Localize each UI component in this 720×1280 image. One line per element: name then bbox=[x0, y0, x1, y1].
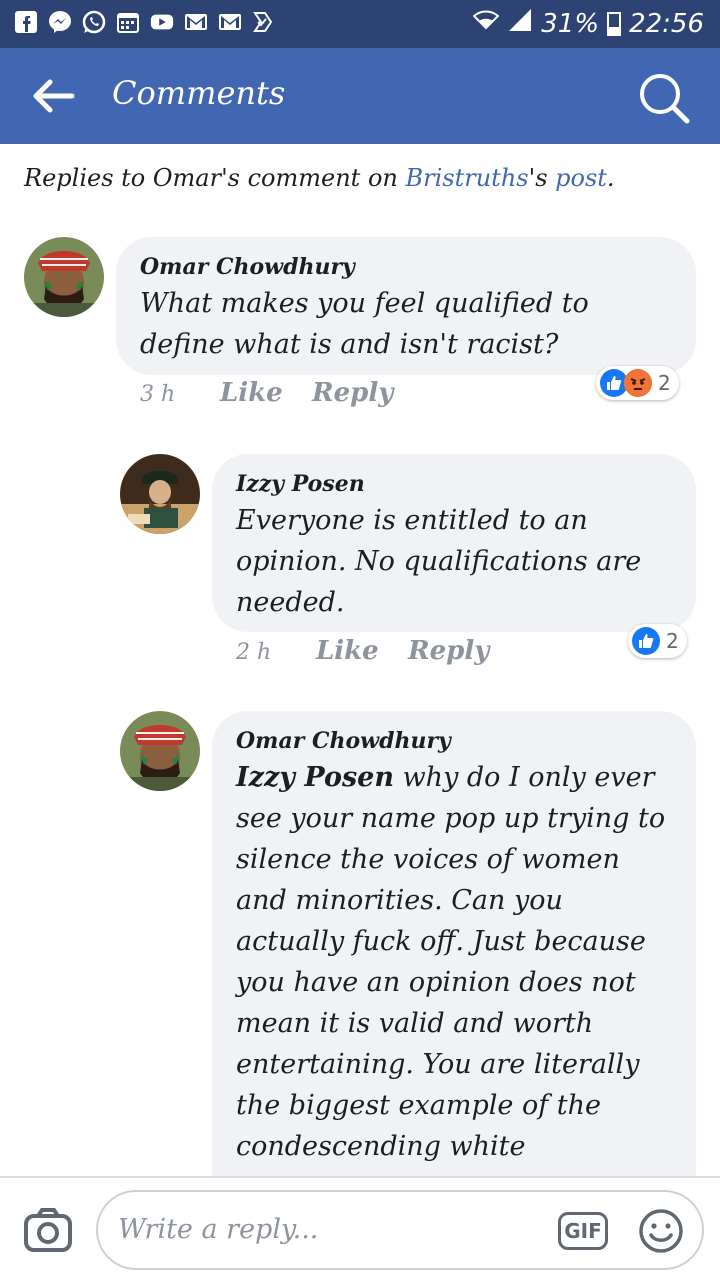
arrow-left-icon bbox=[33, 79, 75, 113]
angry-icon bbox=[624, 369, 652, 397]
like-icon bbox=[632, 627, 660, 655]
avatar[interactable] bbox=[120, 711, 200, 791]
like-button[interactable]: Like bbox=[316, 636, 379, 666]
reply-placeholder: Write a reply... bbox=[118, 1214, 319, 1245]
emoji-button[interactable] bbox=[638, 1208, 684, 1254]
status-right: 31% 22:56 bbox=[472, 8, 704, 39]
avatar[interactable] bbox=[24, 237, 104, 317]
gmail-icon bbox=[184, 10, 208, 34]
reaction-count: 2 bbox=[658, 371, 671, 395]
reaction-count: 2 bbox=[666, 629, 679, 653]
camera-button[interactable] bbox=[24, 1208, 72, 1252]
comment-text: Everyone is entitled to an opinion. No q… bbox=[236, 505, 642, 618]
comment-time: 2 h bbox=[236, 640, 272, 665]
search-button[interactable] bbox=[636, 70, 692, 126]
camera-icon bbox=[24, 1208, 72, 1252]
avatar[interactable] bbox=[120, 454, 200, 534]
reply-button[interactable]: Reply bbox=[408, 636, 489, 666]
comment-bubble[interactable]: Omar Chowdhury What makes you feel quali… bbox=[116, 237, 696, 375]
app-bar: Comments bbox=[0, 48, 720, 144]
whatsapp-icon bbox=[82, 10, 106, 34]
page-name-link[interactable]: Bristruths bbox=[406, 164, 529, 192]
youtube-icon bbox=[150, 10, 174, 34]
battery-icon bbox=[607, 11, 622, 36]
clock: 22:56 bbox=[629, 8, 704, 39]
comment-author[interactable]: Omar Chowdhury bbox=[236, 725, 672, 757]
battery-fill bbox=[609, 27, 620, 34]
battery-percent: 31% bbox=[541, 8, 600, 39]
comment-text: What makes you feel qualified to define … bbox=[140, 288, 589, 360]
mention-link[interactable]: Izzy Posen bbox=[236, 762, 394, 793]
gmail-icon bbox=[218, 10, 242, 34]
comment-bubble[interactable]: Izzy Posen Everyone is entitled to an op… bbox=[212, 454, 696, 632]
check-icon bbox=[252, 10, 276, 34]
reply-composer: Write a reply... GIF bbox=[0, 1176, 720, 1280]
comment-body: why do I only ever see your name pop up … bbox=[236, 762, 666, 1162]
reply-button[interactable]: Reply bbox=[312, 378, 393, 408]
page-title: Comments bbox=[112, 74, 286, 112]
gif-button[interactable]: GIF bbox=[558, 1212, 608, 1250]
reply-input[interactable]: Write a reply... GIF bbox=[96, 1190, 704, 1270]
post-link[interactable]: post bbox=[555, 164, 607, 192]
comment-text: Izzy Posen why do I only ever see your n… bbox=[236, 757, 672, 1167]
notification-icons bbox=[14, 10, 276, 34]
back-button[interactable] bbox=[32, 76, 76, 116]
reactions-summary[interactable]: 2 bbox=[628, 624, 687, 658]
like-button[interactable]: Like bbox=[220, 378, 283, 408]
signal-icon bbox=[507, 8, 533, 39]
status-bar: 31% 22:56 bbox=[0, 0, 720, 48]
messenger-icon bbox=[48, 10, 72, 34]
comment-time: 3 h bbox=[140, 382, 176, 407]
comment-author[interactable]: Omar Chowdhury bbox=[140, 251, 672, 283]
facebook-icon bbox=[14, 10, 38, 34]
replies-header-prefix: Replies to Omar's comment on bbox=[24, 164, 406, 192]
replies-header-possessive: 's bbox=[528, 164, 556, 192]
comment-author[interactable]: Izzy Posen bbox=[236, 468, 672, 500]
comment-bubble[interactable]: Omar Chowdhury Izzy Posen why do I only … bbox=[212, 711, 696, 1231]
wifi-icon bbox=[472, 8, 500, 39]
replies-header-suffix: . bbox=[606, 164, 615, 192]
calendar-icon bbox=[116, 10, 140, 34]
emoji-icon bbox=[639, 1209, 683, 1253]
search-icon bbox=[640, 74, 690, 124]
replies-header: Replies to Omar's comment on Bristruths'… bbox=[24, 164, 615, 192]
reactions-summary[interactable]: 2 bbox=[596, 366, 679, 400]
